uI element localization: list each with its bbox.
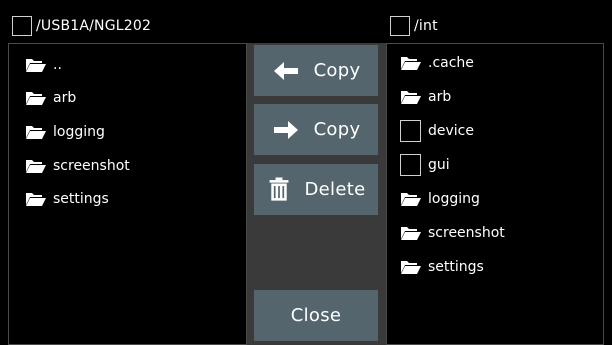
list-item-label: logging xyxy=(53,124,105,140)
folder-icon xyxy=(401,91,421,104)
folder-icon xyxy=(26,59,46,72)
list-item-device[interactable]: device xyxy=(400,119,474,143)
close-button[interactable]: Close xyxy=(254,290,378,341)
list-item-logging[interactable]: logging xyxy=(25,120,105,144)
left-select-all-checkbox[interactable] xyxy=(12,16,32,36)
list-item-label: logging xyxy=(428,191,480,207)
folder-icon xyxy=(401,227,421,240)
list-item-arb[interactable]: arb xyxy=(400,85,451,109)
list-item-screenshot[interactable]: screenshot xyxy=(400,221,505,245)
list-item-arb[interactable]: arb xyxy=(25,86,76,110)
folder-icon xyxy=(401,261,421,274)
list-item-label: screenshot xyxy=(53,158,130,174)
list-item-label: screenshot xyxy=(428,225,505,241)
left-file-list[interactable]: .. arb logging screenshot settings xyxy=(8,43,247,345)
arrow-left-icon xyxy=(273,61,298,80)
button-label: Copy xyxy=(313,119,361,140)
list-item-cache[interactable]: .cache xyxy=(400,51,474,75)
list-item-logging[interactable]: logging xyxy=(400,187,480,211)
right-path-label: /int xyxy=(414,18,438,34)
copy-to-left-button[interactable]: Copy xyxy=(254,45,378,96)
folder-icon xyxy=(26,92,46,105)
left-path-label: /USB1A/NGL202 xyxy=(36,18,152,34)
list-item-screenshot[interactable]: screenshot xyxy=(25,154,130,178)
right-file-list[interactable]: .cache arb device gui logging screenshot… xyxy=(386,43,604,345)
list-item-gui[interactable]: gui xyxy=(400,153,450,177)
right-path-header: /int xyxy=(390,14,438,38)
item-checkbox[interactable] xyxy=(400,154,421,176)
arrow-right-icon xyxy=(273,120,298,139)
list-item-label: arb xyxy=(428,89,452,105)
list-item-label: settings xyxy=(53,191,109,207)
list-item-label: arb xyxy=(53,90,77,106)
list-item-label: .cache xyxy=(428,55,474,71)
list-item-label: device xyxy=(428,123,474,139)
list-item-parent[interactable]: .. xyxy=(25,53,62,77)
folder-icon xyxy=(26,160,46,173)
button-label: Delete xyxy=(304,179,366,200)
folder-icon xyxy=(26,193,46,206)
folder-icon xyxy=(26,126,46,139)
copy-to-right-button[interactable]: Copy xyxy=(254,104,378,155)
delete-button[interactable]: Delete xyxy=(254,164,378,215)
folder-icon xyxy=(401,57,421,70)
list-item-label: settings xyxy=(428,259,484,275)
folder-icon xyxy=(401,193,421,206)
list-item-settings[interactable]: settings xyxy=(25,187,109,211)
list-item-settings[interactable]: settings xyxy=(400,255,484,279)
list-item-label: gui xyxy=(428,157,450,173)
button-label: Copy xyxy=(313,60,361,81)
button-label: Close xyxy=(290,305,342,326)
right-select-all-checkbox[interactable] xyxy=(390,16,410,36)
left-path-header: /USB1A/NGL202 xyxy=(12,14,151,38)
list-item-label: .. xyxy=(53,57,62,73)
trash-icon xyxy=(269,177,288,201)
item-checkbox[interactable] xyxy=(400,120,421,142)
